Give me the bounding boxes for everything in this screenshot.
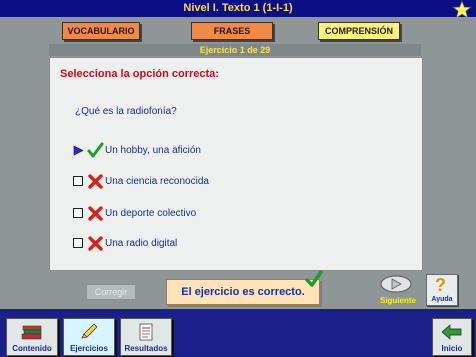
option-checkbox[interactable] <box>73 208 83 218</box>
inicio-button[interactable]: Inicio <box>432 318 472 356</box>
siguiente-label: Siguiente <box>379 296 416 305</box>
inicio-label: Inicio <box>441 344 463 353</box>
ejercicios-button[interactable]: Ejercicios <box>63 318 115 356</box>
siguiente-button[interactable] <box>380 275 412 293</box>
feedback-message: El ejercicio es correcto. <box>166 279 320 305</box>
option-text: Un deporte colectivo <box>105 207 197 219</box>
exercise-counter: Ejercicio 1 de 29 <box>49 44 421 56</box>
tab-frases[interactable]: FRASES <box>191 22 273 40</box>
window-title: Nivel I. Texto 1 (1-I-1) <box>0 0 476 17</box>
corregir-button[interactable]: Corregir <box>86 284 136 300</box>
option-text: Una radio digital <box>105 237 178 249</box>
resultados-button[interactable]: Resultados <box>120 318 172 356</box>
cross-icon <box>88 235 103 251</box>
pencil-icon <box>81 323 98 339</box>
cross-icon <box>88 205 103 221</box>
question-text: ¿Qué es la radiofonía? <box>75 106 177 117</box>
back-arrow-icon <box>441 324 462 340</box>
ayuda-label: Ayuda <box>431 296 453 303</box>
option-checkbox[interactable] <box>73 176 83 186</box>
contenido-button[interactable]: Contenido <box>6 318 58 356</box>
contenido-label: Contenido <box>12 344 52 353</box>
document-icon <box>139 323 153 341</box>
instruction-text: Selecciona la opción correcta: <box>60 68 219 80</box>
ejercicios-label: Ejercicios <box>70 344 108 353</box>
tab-comprension[interactable]: COMPRENSIÓN <box>318 22 400 40</box>
option-2[interactable]: Una ciencia reconocida <box>72 171 209 191</box>
books-icon <box>21 325 42 340</box>
tab-vocabulario[interactable]: VOCABULARIO <box>62 22 140 40</box>
ayuda-button[interactable]: ? Ayuda <box>426 274 458 306</box>
option-1[interactable]: Un hobby, una afición <box>72 140 201 160</box>
selected-arrow-icon <box>72 144 84 156</box>
option-text: Una ciencia reconocida <box>105 175 209 187</box>
option-text: Un hobby, una afición <box>105 144 201 156</box>
cross-icon <box>88 173 103 189</box>
exercise-panel: Selecciona la opción correcta: ¿Qué es l… <box>49 57 423 271</box>
resultados-label: Resultados <box>124 344 168 353</box>
question-mark-icon: ? <box>435 275 446 295</box>
check-icon <box>305 270 323 287</box>
check-icon <box>87 142 104 157</box>
option-4[interactable]: Una radio digital <box>72 233 177 253</box>
option-3[interactable]: Un deporte colectivo <box>72 203 196 223</box>
option-checkbox[interactable] <box>73 238 83 248</box>
